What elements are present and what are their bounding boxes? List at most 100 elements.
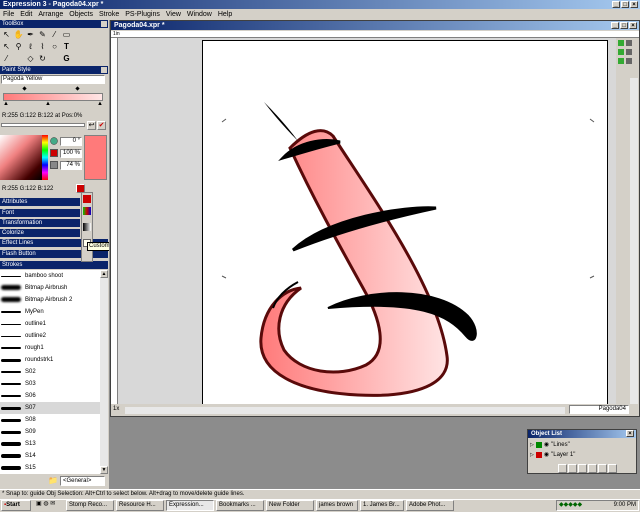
view-icon[interactable] xyxy=(618,58,624,64)
blank-tool-icon[interactable] xyxy=(49,53,60,64)
rotate-icon[interactable]: ↻ xyxy=(37,53,48,64)
menu-ps-plugins[interactable]: PS-Plugins xyxy=(125,10,160,19)
stroke-item[interactable]: S07 xyxy=(0,402,100,414)
view-icon[interactable] xyxy=(626,58,632,64)
gradient-bar[interactable] xyxy=(3,93,103,101)
stroke-category-select[interactable]: <General> xyxy=(60,476,105,486)
tray-icons[interactable]: ◆◆◆◆◆ xyxy=(559,502,582,508)
menu-file[interactable]: File xyxy=(3,10,14,19)
stroke-item[interactable]: roundstrk1 xyxy=(0,354,100,366)
task-adobe-photoshop[interactable]: Adobe Phot... xyxy=(406,500,454,511)
pencil-icon[interactable]: ✎ xyxy=(37,29,48,40)
apply-check-icon[interactable]: ✔ xyxy=(97,121,106,130)
expand-arrow-icon[interactable]: ▷ xyxy=(530,442,534,448)
task-new-folder[interactable]: New Folder xyxy=(266,500,314,511)
stroke-item[interactable]: S15 xyxy=(0,462,100,474)
stroke-item[interactable]: Bitmap Airbrush 2 xyxy=(0,294,100,306)
move-down-icon[interactable] xyxy=(588,464,597,473)
folder-icon[interactable]: 📁 xyxy=(48,476,58,485)
subselect-icon[interactable]: ↖ xyxy=(1,41,12,52)
pen-icon[interactable]: ✒ xyxy=(25,29,36,40)
menu-objects[interactable]: Objects xyxy=(69,10,93,19)
task-resource[interactable]: Resource H... xyxy=(116,500,164,511)
view-icon[interactable] xyxy=(626,49,632,55)
layer-options-icon[interactable] xyxy=(568,464,577,473)
view-icon[interactable] xyxy=(626,40,632,46)
toolbox-close-icon[interactable] xyxy=(101,21,107,27)
top-spike-stroke[interactable] xyxy=(264,102,298,141)
strokes-scrollbar[interactable]: ▲ ▼ xyxy=(100,270,108,474)
polygon-icon[interactable]: ◇ xyxy=(25,53,36,64)
artwork[interactable] xyxy=(118,38,616,404)
red-channel-icon[interactable] xyxy=(50,149,58,157)
blank-tool-icon[interactable] xyxy=(13,53,24,64)
rectangle-icon[interactable]: ▭ xyxy=(61,29,72,40)
object-list-close-button[interactable]: × xyxy=(626,430,634,437)
knife-icon[interactable]: ⁄ xyxy=(1,53,12,64)
stroke-item[interactable]: rough1 xyxy=(0,342,100,354)
task-bookmarks[interactable]: Bookmarks ... xyxy=(216,500,264,511)
minimize-button[interactable]: _ xyxy=(612,1,620,8)
maximize-button[interactable]: □ xyxy=(621,1,629,8)
opacity-bar[interactable] xyxy=(1,123,85,127)
menu-view[interactable]: View xyxy=(166,10,181,19)
move-up-icon[interactable] xyxy=(578,464,587,473)
stroke-item[interactable]: S14 xyxy=(0,450,100,462)
arrow-select-icon[interactable]: ↖ xyxy=(1,29,12,40)
hand-icon[interactable]: ✋ xyxy=(13,29,24,40)
task-expression[interactable]: Expression... xyxy=(166,500,214,511)
brightness-field[interactable]: 74 % xyxy=(60,161,82,170)
stroke-item[interactable]: S02 xyxy=(0,366,100,378)
undo-icon[interactable]: ↩ xyxy=(87,121,96,130)
stroke-item[interactable]: outline2 xyxy=(0,330,100,342)
object-row-layer1[interactable]: ▷ ◉ "Layer 1" xyxy=(530,450,630,459)
diamond-marker-icon[interactable] xyxy=(22,86,27,91)
rgb-mode-icon[interactable] xyxy=(83,195,91,203)
start-button[interactable]: ▪Start xyxy=(1,500,31,511)
color-wheel-icon[interactable] xyxy=(50,137,58,145)
stroke-item[interactable]: S13 xyxy=(0,438,100,450)
task-stomp[interactable]: Stomp Reco... xyxy=(66,500,114,511)
font-header[interactable]: Font xyxy=(0,209,80,217)
grayscale-mode-icon[interactable] xyxy=(83,223,91,231)
doc-maximize-button[interactable]: □ xyxy=(620,22,628,29)
layer-name-field[interactable]: Pagoda04 xyxy=(569,405,629,414)
browser-icon[interactable]: ◍ xyxy=(43,501,48,507)
menu-help[interactable]: Help xyxy=(218,10,232,19)
new-layer-icon[interactable] xyxy=(558,464,567,473)
menu-arrange[interactable]: Arrange xyxy=(38,10,63,19)
stroke-item[interactable]: bamboo shoot xyxy=(0,270,100,282)
saturation-field[interactable]: 100 % xyxy=(60,149,82,158)
zoom-icon[interactable]: ⚲ xyxy=(13,41,24,52)
doc-close-button[interactable]: × xyxy=(629,22,637,29)
view-icon[interactable] xyxy=(618,49,624,55)
menu-window[interactable]: Window xyxy=(187,10,212,19)
canvas-area[interactable] xyxy=(118,38,616,404)
slider-handle-icon[interactable]: ▲ xyxy=(97,101,103,107)
duplicate-icon[interactable] xyxy=(598,464,607,473)
task-james-brown[interactable]: james brown xyxy=(316,500,358,511)
expand-arrow-icon[interactable]: ▷ xyxy=(530,452,534,458)
transformation-header[interactable]: Transformation xyxy=(0,219,80,227)
scroll-down-icon[interactable]: ▼ xyxy=(100,466,108,474)
task-james-br[interactable]: 1. James Br... xyxy=(360,500,404,511)
bezier-icon[interactable]: ℓ xyxy=(25,41,36,52)
visibility-eye-icon[interactable]: ◉ xyxy=(544,441,549,448)
color-name-field[interactable]: Pagoda Yellow xyxy=(1,75,105,84)
stroke-item[interactable]: S08 xyxy=(0,414,100,426)
hue-slider[interactable] xyxy=(42,135,48,180)
desktop-icon[interactable]: ▣ xyxy=(36,501,42,507)
menu-stroke[interactable]: Stroke xyxy=(99,10,119,19)
stroke-item[interactable]: Bitmap Airbrush xyxy=(0,282,100,294)
menu-edit[interactable]: Edit xyxy=(20,10,32,19)
brush-icon[interactable]: ⁄ xyxy=(49,29,60,40)
stroke-item[interactable]: MyPen xyxy=(0,306,100,318)
delete-layer-icon[interactable] xyxy=(608,464,617,473)
vertical-scrollbar[interactable] xyxy=(630,78,638,404)
slider-handle-icon[interactable]: ▲ xyxy=(3,101,9,107)
stroke-item[interactable]: outline1 xyxy=(0,318,100,330)
hue-field[interactable]: 0 ° xyxy=(60,137,82,146)
attributes-header[interactable]: Attributes xyxy=(0,198,80,206)
stroke-item[interactable]: S09 xyxy=(0,426,100,438)
scroll-up-icon[interactable]: ▲ xyxy=(100,270,108,278)
